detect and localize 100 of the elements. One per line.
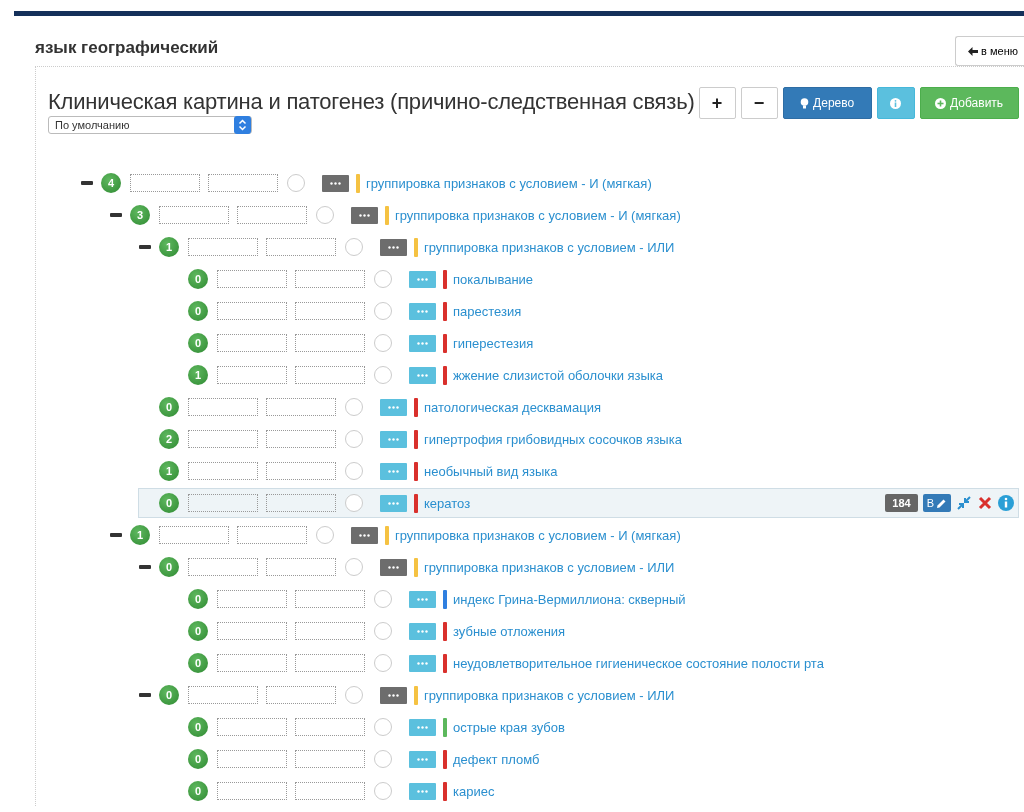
input-field[interactable] (295, 622, 365, 640)
tree-row[interactable]: 0 покалывание (167, 264, 1019, 294)
input-field[interactable] (266, 430, 336, 448)
input-field[interactable] (188, 494, 258, 512)
sort-select[interactable]: По умолчанию (48, 116, 252, 134)
input-field[interactable] (217, 654, 287, 672)
more-button[interactable] (409, 782, 436, 800)
more-button[interactable] (409, 654, 436, 672)
input-field[interactable] (266, 494, 336, 512)
input-field[interactable] (295, 718, 365, 736)
tree-row[interactable]: 0 кариес (167, 776, 1019, 806)
tree-row[interactable]: 0 группировка признаков с условием - ИЛИ (138, 552, 1019, 582)
collapse-icon[interactable] (81, 181, 93, 185)
more-button[interactable] (409, 750, 436, 768)
info-icon[interactable] (998, 495, 1014, 511)
tree-row[interactable]: 0 острые края зубов (167, 712, 1019, 742)
radio-button[interactable] (345, 494, 363, 512)
input-field[interactable] (217, 590, 287, 608)
input-field[interactable] (266, 398, 336, 416)
tree-row[interactable]: 1 группировка признаков с условием - И (мягкая) (109, 520, 1019, 550)
input-field[interactable] (188, 238, 258, 256)
radio-button[interactable] (374, 334, 392, 352)
input-field[interactable] (188, 686, 258, 704)
input-field[interactable] (217, 622, 287, 640)
node-link[interactable]: группировка признаков с условием - ИЛИ (424, 559, 675, 575)
more-button[interactable] (380, 398, 407, 416)
input-field[interactable] (159, 526, 229, 544)
node-link[interactable]: патологическая десквамация (424, 399, 601, 415)
node-link[interactable]: зубные отложения (453, 623, 566, 639)
input-field[interactable] (266, 462, 336, 480)
input-field[interactable] (188, 398, 258, 416)
node-link[interactable]: необычный вид языка (424, 463, 558, 479)
radio-button[interactable] (374, 750, 392, 768)
input-field[interactable] (266, 238, 336, 256)
tree-row[interactable]: 3 группировка признаков с условием - И (мягкая) (109, 200, 1019, 230)
input-field[interactable] (295, 270, 365, 288)
tree-row[interactable]: 1 группировка признаков с условием - ИЛИ (138, 232, 1019, 262)
radio-button[interactable] (374, 622, 392, 640)
collapse-icon[interactable] (139, 565, 151, 569)
selected-tree-row[interactable]: 0 кератоз 184 B (138, 488, 1019, 518)
node-link[interactable]: группировка признаков с условием - ИЛИ (424, 239, 675, 255)
node-link[interactable]: острые края зубов (453, 719, 565, 735)
input-field[interactable] (266, 686, 336, 704)
more-button[interactable] (351, 526, 378, 544)
info-button[interactable] (876, 87, 915, 119)
node-link[interactable]: группировка признаков с условием - ИЛИ (424, 687, 675, 703)
node-link[interactable]: кератоз (424, 495, 471, 511)
tree-row[interactable]: 0 парестезия (167, 296, 1019, 326)
input-field[interactable] (237, 526, 307, 544)
input-field[interactable] (295, 782, 365, 800)
radio-button[interactable] (374, 302, 392, 320)
input-field[interactable] (217, 750, 287, 768)
radio-button[interactable] (374, 654, 392, 672)
collapse-icon[interactable] (139, 245, 151, 249)
radio-button[interactable] (345, 558, 363, 576)
input-field[interactable] (188, 558, 258, 576)
radio-button[interactable] (316, 526, 334, 544)
radio-button[interactable] (374, 718, 392, 736)
more-button[interactable] (380, 238, 407, 256)
input-field[interactable] (295, 334, 365, 352)
node-link[interactable]: группировка признаков с условием - И (мягкая) (395, 527, 681, 543)
input-field[interactable] (217, 302, 287, 320)
tree-button[interactable]: Дерево (782, 87, 872, 119)
node-link[interactable]: индекс Грина-Вермиллиона: скверный (453, 591, 686, 607)
input-field[interactable] (295, 750, 365, 768)
node-link[interactable]: гипертрофия грибовидных сосочков языка (424, 431, 682, 447)
node-link[interactable]: парестезия (453, 303, 522, 319)
tree-row[interactable]: 0 патологическая десквамация (138, 392, 1019, 422)
tree-row[interactable]: 0 индекс Грина-Вермиллиона: скверный (167, 584, 1019, 614)
more-button[interactable] (409, 334, 436, 352)
radio-button[interactable] (374, 590, 392, 608)
node-link[interactable]: группировка признаков с условием - И (мягкая) (366, 175, 652, 191)
tree-row[interactable]: 2 гипертрофия грибовидных сосочков языка (138, 424, 1019, 454)
more-button[interactable] (380, 558, 407, 576)
input-field[interactable] (217, 782, 287, 800)
input-field[interactable] (188, 462, 258, 480)
radio-button[interactable] (345, 398, 363, 416)
more-button[interactable] (351, 206, 378, 224)
tree-row[interactable]: 4 группировка признаков с условием - И (мягкая) (80, 168, 1019, 198)
input-field[interactable] (237, 206, 307, 224)
input-field[interactable] (217, 334, 287, 352)
tree-row[interactable]: 1 необычный вид языка (138, 456, 1019, 486)
radio-button[interactable] (345, 238, 363, 256)
compress-arrows-icon[interactable] (956, 495, 972, 511)
input-field[interactable] (159, 206, 229, 224)
more-button[interactable] (409, 270, 436, 288)
input-field[interactable] (217, 718, 287, 736)
more-button[interactable] (409, 366, 436, 384)
input-field[interactable] (295, 654, 365, 672)
radio-button[interactable] (374, 366, 392, 384)
node-link[interactable]: неудовлетворительное гигиеническое состояние полости рта (453, 655, 824, 671)
more-button[interactable] (409, 718, 436, 736)
tree-row[interactable]: 0 зубные отложения (167, 616, 1019, 646)
tree-row[interactable]: 0 дефект пломб (167, 744, 1019, 774)
close-icon[interactable] (977, 495, 993, 511)
radio-button[interactable] (345, 430, 363, 448)
radio-button[interactable] (345, 462, 363, 480)
add-button[interactable]: Добавить (919, 87, 1019, 119)
more-button[interactable] (380, 462, 407, 480)
radio-button[interactable] (287, 174, 305, 192)
